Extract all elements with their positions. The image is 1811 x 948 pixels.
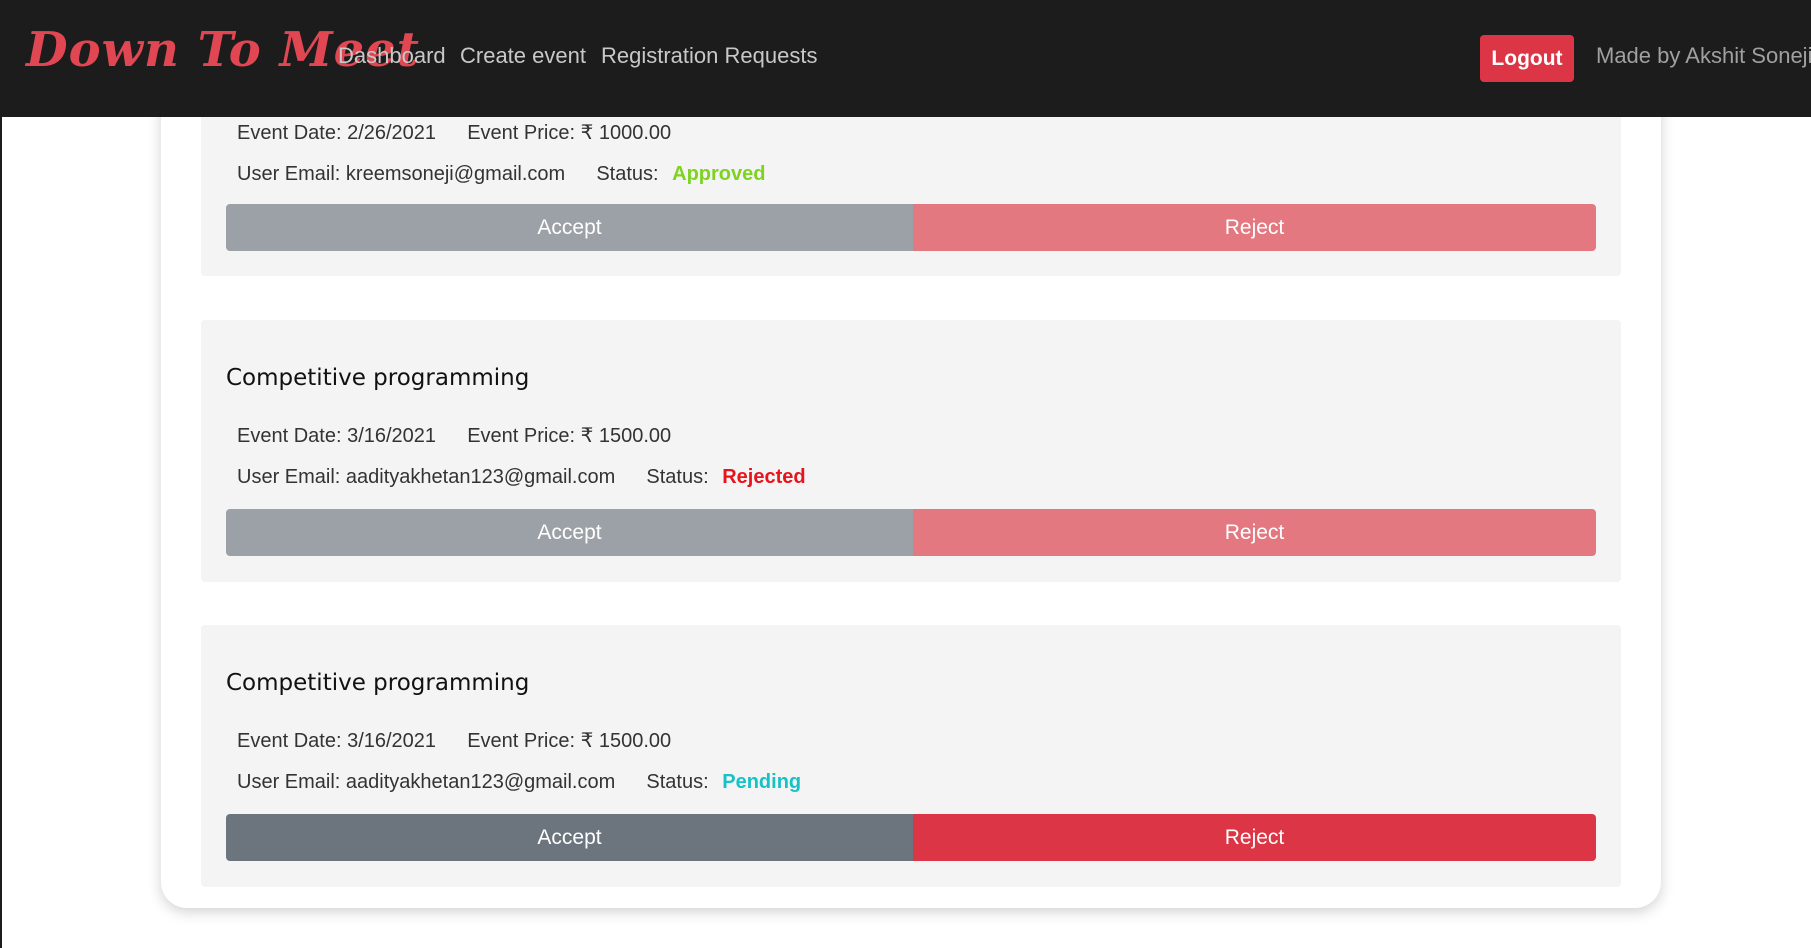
event-info-line: Event Date: 3/16/2021 Event Price: ₹ 150… bbox=[237, 728, 671, 753]
event-date-label: Event Date: bbox=[237, 730, 342, 752]
event-info-line: Event Date: 3/16/2021 Event Price: ₹ 150… bbox=[237, 423, 671, 448]
event-info-line: Event Date: 2/26/2021 Event Price: ₹ 100… bbox=[237, 120, 671, 145]
event-title: Competitive programming bbox=[226, 365, 530, 391]
accept-button[interactable]: Accept bbox=[226, 814, 913, 861]
reject-button[interactable]: Reject bbox=[913, 509, 1596, 556]
event-price-value: ₹ 1500.00 bbox=[580, 730, 672, 752]
user-info-line: User Email: aadityakhetan123@gmail.com S… bbox=[237, 466, 806, 489]
author-credit: Made by Akshit Soneji bbox=[1596, 43, 1811, 68]
event-date-value: 3/16/2021 bbox=[347, 730, 437, 752]
accept-button[interactable]: Accept bbox=[226, 509, 913, 556]
event-price-value: ₹ 1500.00 bbox=[580, 425, 672, 447]
status-label: Status: bbox=[646, 771, 709, 793]
user-email-label: User Email: bbox=[237, 163, 341, 185]
top-navbar: Down To Meet Dashboard Create event Regi… bbox=[2, 0, 1811, 117]
accept-button[interactable]: Accept bbox=[226, 204, 913, 251]
reject-button[interactable]: Reject bbox=[913, 814, 1596, 861]
event-date-value: 2/26/2021 bbox=[347, 122, 437, 144]
status-label: Status: bbox=[646, 466, 709, 488]
status-badge: Pending bbox=[722, 771, 802, 793]
nav-link-create-event[interactable]: Create event bbox=[460, 43, 586, 69]
user-email-label: User Email: bbox=[237, 771, 341, 793]
event-price-label: Event Price: bbox=[467, 425, 576, 447]
event-date-label: Event Date: bbox=[237, 122, 342, 144]
status-label: Status: bbox=[596, 163, 659, 185]
action-buttons: Accept Reject bbox=[226, 814, 1596, 861]
nav-link-registration-requests[interactable]: Registration Requests bbox=[601, 43, 817, 69]
logout-button[interactable]: Logout bbox=[1480, 35, 1574, 82]
event-date-label: Event Date: bbox=[237, 425, 342, 447]
user-email-value: aadityakhetan123@gmail.com bbox=[345, 466, 616, 488]
action-buttons: Accept Reject bbox=[226, 204, 1596, 251]
status-badge: Approved bbox=[672, 163, 766, 185]
status-badge: Rejected bbox=[722, 466, 806, 488]
user-email-label: User Email: bbox=[237, 466, 341, 488]
event-price-label: Event Price: bbox=[467, 730, 576, 752]
nav-link-dashboard[interactable]: Dashboard bbox=[338, 43, 446, 69]
reject-button[interactable]: Reject bbox=[913, 204, 1596, 251]
user-email-value: kreemsoneji@gmail.com bbox=[345, 163, 566, 185]
event-price-label: Event Price: bbox=[467, 122, 576, 144]
user-info-line: User Email: aadityakhetan123@gmail.com S… bbox=[237, 771, 801, 794]
action-buttons: Accept Reject bbox=[226, 509, 1596, 556]
request-card: Competitive programming Event Date: 3/16… bbox=[201, 320, 1621, 582]
user-email-value: aadityakhetan123@gmail.com bbox=[345, 771, 616, 793]
request-card: Competitive programming Event Date: 3/16… bbox=[201, 625, 1621, 887]
user-info-line: User Email: kreemsoneji@gmail.com Status… bbox=[237, 163, 765, 186]
event-price-value: ₹ 1000.00 bbox=[580, 122, 672, 144]
event-date-value: 3/16/2021 bbox=[347, 425, 437, 447]
event-title: Competitive programming bbox=[226, 670, 530, 696]
